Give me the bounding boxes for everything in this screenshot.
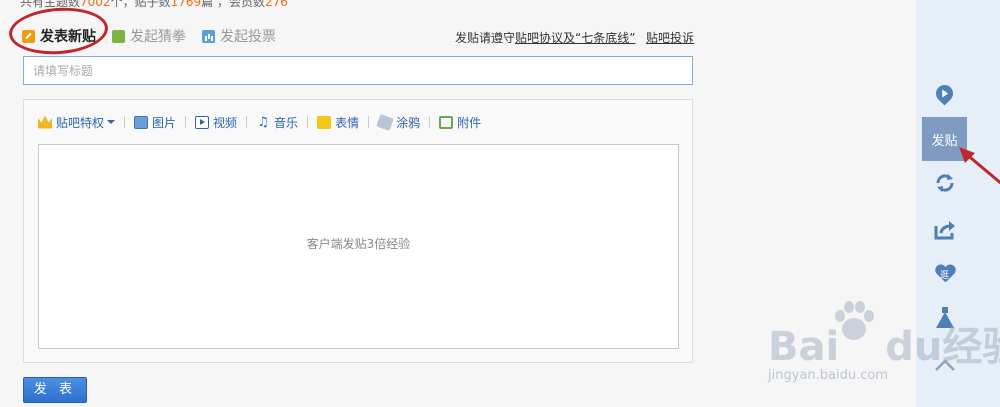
post-shortcut-button[interactable]: 发贴 xyxy=(922,117,967,161)
post-shortcut-label: 发贴 xyxy=(931,133,958,149)
post-editor-panel: 共有主题数7002个，贴子数1769篇 ，会员数276 发表新贴 发起猜拳 发起… xyxy=(0,0,916,407)
chevron-down-icon xyxy=(107,120,116,124)
complain-link[interactable]: 贴吧投诉 xyxy=(646,29,694,46)
browse-button[interactable]: 逛 xyxy=(922,252,967,296)
image-icon xyxy=(134,115,149,129)
privilege-button[interactable]: 贴吧特权 xyxy=(38,114,116,131)
edit-icon xyxy=(22,29,35,43)
attachment-button[interactable]: 附件 xyxy=(439,114,481,131)
smile-icon xyxy=(317,115,332,129)
tool-label: 图片 xyxy=(152,115,177,130)
tab-vote[interactable]: 发起投票 xyxy=(202,24,276,48)
tool-label: 视频 xyxy=(213,115,238,130)
location-button[interactable] xyxy=(922,71,967,115)
content-editor[interactable]: 客户端发贴3倍经验 xyxy=(38,144,679,349)
location-icon xyxy=(932,80,957,106)
divider xyxy=(185,116,187,128)
topic-count: 7002 xyxy=(80,0,111,9)
title-input[interactable] xyxy=(23,56,693,85)
lab-icon xyxy=(935,307,954,328)
image-button[interactable]: 图片 xyxy=(134,114,176,131)
tool-label: 表情 xyxy=(335,115,360,130)
share-icon xyxy=(934,221,955,240)
divider xyxy=(246,116,248,128)
tab-label: 发起投票 xyxy=(220,29,276,45)
member-count: 276 xyxy=(264,0,288,9)
divider xyxy=(429,116,431,128)
tab-new-post[interactable]: 发表新贴 xyxy=(22,24,96,48)
forum-stats-line: 共有主题数7002个，贴子数1769篇 ，会员数276 xyxy=(20,0,288,10)
editor-toolbar: 贴吧特权 图片 视频 ♫ 音乐 表情 涂鸦 附件 xyxy=(38,112,481,132)
share-button[interactable] xyxy=(922,208,967,252)
music-button[interactable]: ♫ 音乐 xyxy=(256,114,298,131)
divider xyxy=(368,116,370,128)
rules-link[interactable]: 贴吧协议及“七条底线” xyxy=(515,31,635,45)
rules-prefix: 发贴请遵守 xyxy=(455,31,516,45)
tool-label: 贴吧特权 xyxy=(56,115,105,130)
video-icon xyxy=(195,115,210,129)
divider xyxy=(124,116,126,128)
doodle-button[interactable]: 涂鸦 xyxy=(376,113,421,131)
lab-button[interactable] xyxy=(922,298,967,342)
divider xyxy=(307,116,309,128)
crown-icon xyxy=(38,115,52,129)
tab-guess[interactable]: 发起猜拳 xyxy=(112,24,186,48)
music-icon: ♫ xyxy=(257,114,269,130)
video-button[interactable]: 视频 xyxy=(195,114,237,131)
tool-label: 涂鸦 xyxy=(396,115,421,130)
emoticon-button[interactable]: 表情 xyxy=(317,114,359,131)
attachment-icon xyxy=(439,115,454,129)
like-label: 逛 xyxy=(939,271,949,281)
tool-label: 音乐 xyxy=(274,115,299,130)
refresh-icon xyxy=(935,174,954,192)
tool-label: 附件 xyxy=(457,115,482,130)
posting-rules: 发贴请遵守贴吧协议及“七条底线” xyxy=(455,29,635,46)
refresh-button[interactable] xyxy=(922,161,967,205)
post-count: 1769 xyxy=(170,0,202,9)
right-rail: 发贴 逛 xyxy=(922,0,967,407)
editor-hint: 客户端发贴3倍经验 xyxy=(306,237,411,251)
guess-icon xyxy=(112,29,125,43)
stats-sep: 个，贴子数 xyxy=(110,0,171,9)
like-icon: 逛 xyxy=(935,265,955,283)
submit-post-button[interactable]: 发 表 xyxy=(23,377,87,403)
brush-icon xyxy=(376,113,394,131)
chart-icon xyxy=(202,29,215,43)
stats-prefix: 共有主题数 xyxy=(20,0,81,9)
tab-label: 发起猜拳 xyxy=(130,29,186,45)
tab-label: 发表新贴 xyxy=(40,29,96,45)
editor-container: 贴吧特权 图片 视频 ♫ 音乐 表情 涂鸦 附件 客户端发贴3倍经验 xyxy=(23,99,693,363)
back-to-top-button[interactable] xyxy=(922,343,967,387)
back-to-top-icon xyxy=(934,359,955,371)
stats-sep: 篇 ，会员数 xyxy=(201,0,265,9)
